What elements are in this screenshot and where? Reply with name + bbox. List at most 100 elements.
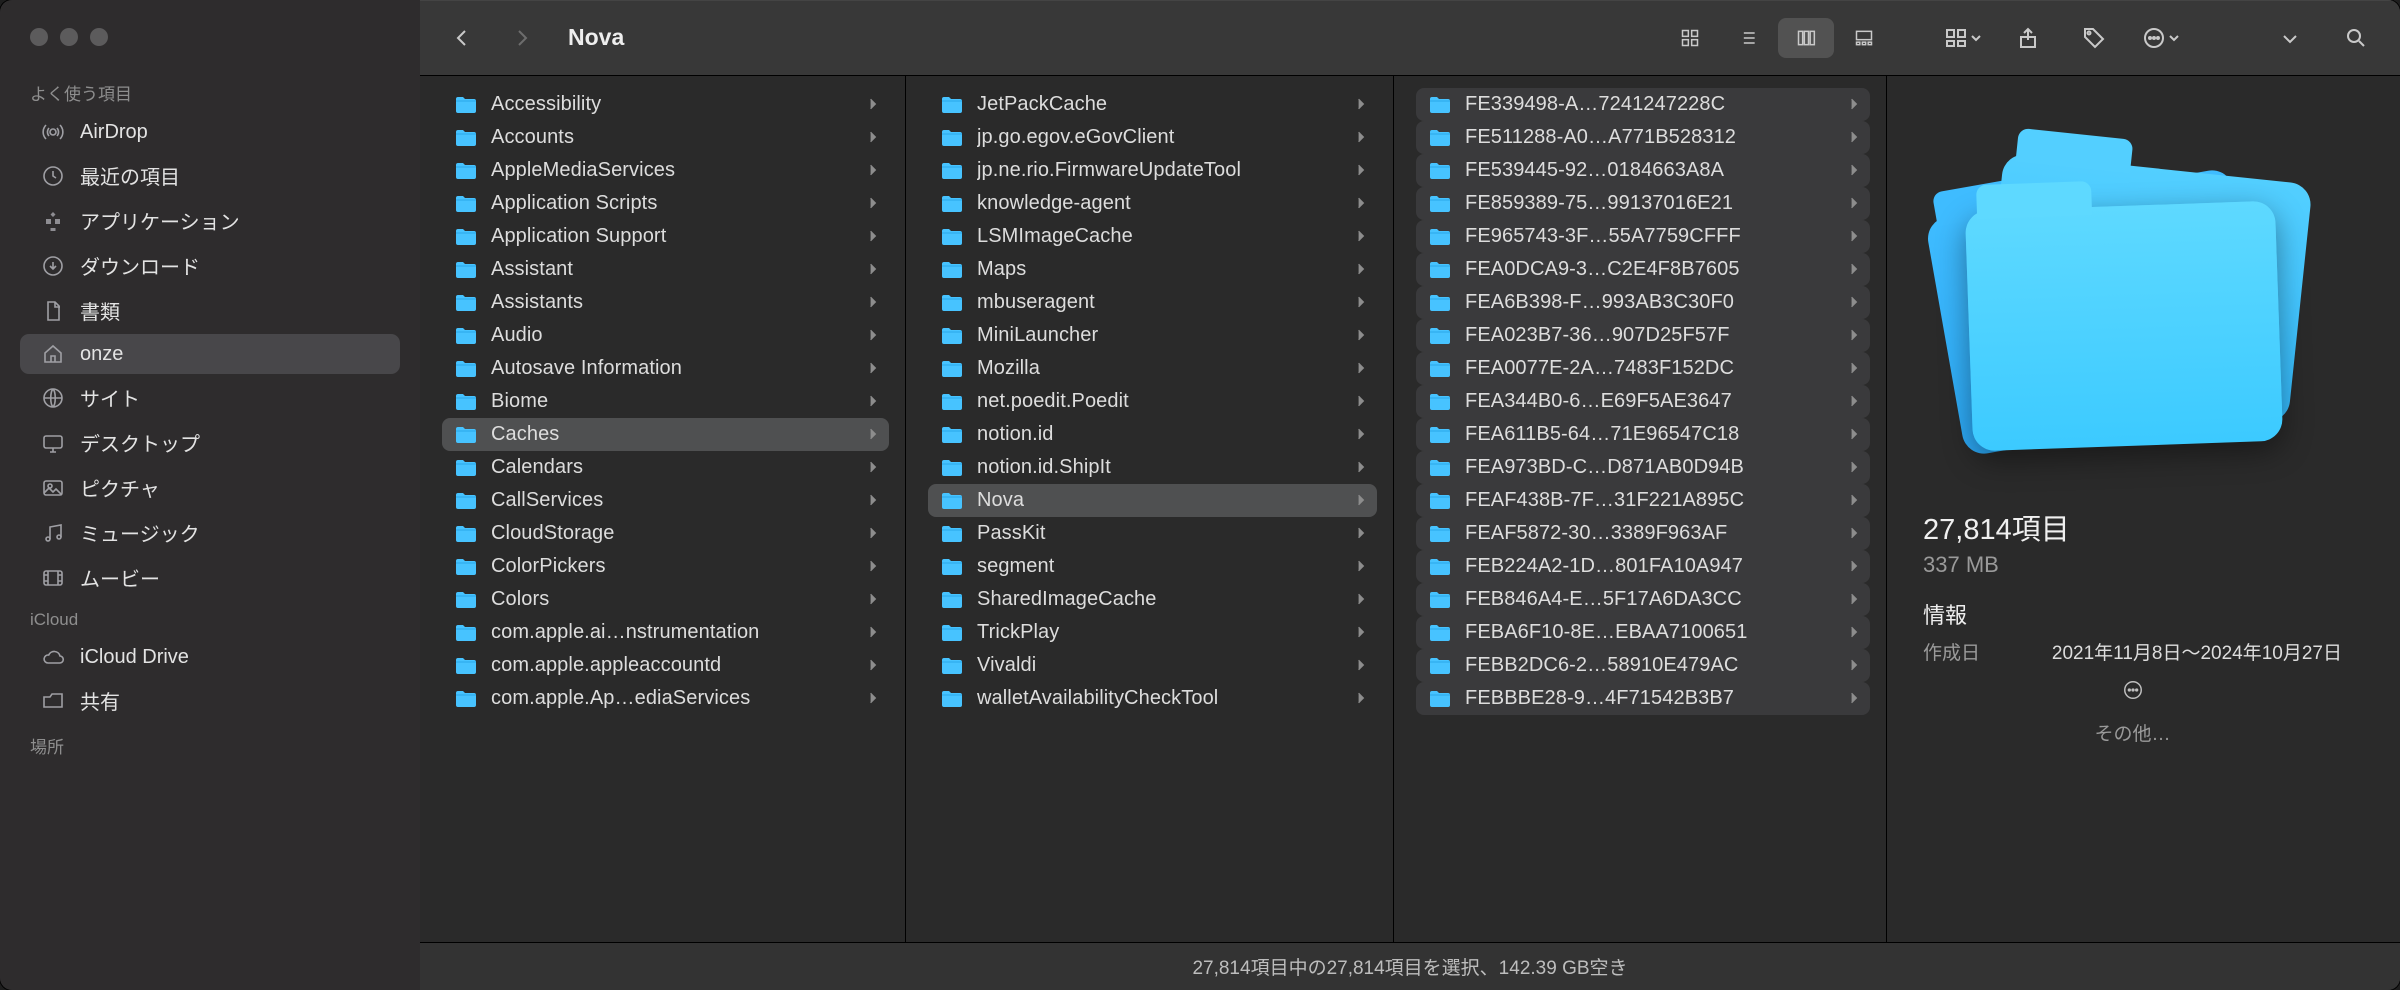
folder-row[interactable]: Vivaldi xyxy=(928,649,1377,682)
folder-row[interactable]: FEB846A4-E…5F17A6DA3CC xyxy=(1416,583,1870,616)
folder-row[interactable]: FEA6B398-F…993AB3C30F0 xyxy=(1416,286,1870,319)
sidebar-item-movies[interactable]: ムービー xyxy=(20,556,400,599)
folder-row[interactable]: FEA973BD-C…D871AB0D94B xyxy=(1416,451,1870,484)
back-button[interactable] xyxy=(444,20,480,56)
folder-row[interactable]: FEA0077E-2A…7483F152DC xyxy=(1416,352,1870,385)
folder-row[interactable]: Assistants xyxy=(442,286,889,319)
folder-row[interactable]: Maps xyxy=(928,253,1377,286)
folder-row[interactable]: Accessibility xyxy=(442,88,889,121)
folder-icon xyxy=(940,128,964,148)
folder-row[interactable]: Colors xyxy=(442,583,889,616)
folder-row[interactable]: Mozilla xyxy=(928,352,1377,385)
folder-row[interactable]: Biome xyxy=(442,385,889,418)
folder-label: FEA344B0-6…E69F5AE3647 xyxy=(1465,390,1858,413)
folder-row[interactable]: FEBA6F10-8E…EBAA7100651 xyxy=(1416,616,1870,649)
folder-row[interactable]: FE511288-A0…A771B528312 xyxy=(1416,121,1870,154)
folder-row[interactable]: AppleMediaServices xyxy=(442,154,889,187)
folder-row[interactable]: Application Support xyxy=(442,220,889,253)
folder-row[interactable]: TrickPlay xyxy=(928,616,1377,649)
folder-row[interactable]: FEA611B5-64…71E96547C18 xyxy=(1416,418,1870,451)
folder-row[interactable]: FE965743-3F…55A7759CFFF xyxy=(1416,220,1870,253)
sidebar-item-icloud-drive[interactable]: iCloud Drive xyxy=(20,637,400,677)
sidebar-item-shared[interactable]: 共有 xyxy=(20,679,400,722)
folder-row[interactable]: jp.ne.rio.FirmwareUpdateTool xyxy=(928,154,1377,187)
folder-row[interactable]: SharedImageCache xyxy=(928,583,1377,616)
search-button[interactable] xyxy=(2336,20,2376,56)
folder-row[interactable]: FE339498-A…7241247228C xyxy=(1416,88,1870,121)
view-list-button[interactable] xyxy=(1720,18,1776,58)
folder-icon xyxy=(1428,458,1452,478)
sidebar-item-recents[interactable]: 最近の項目 xyxy=(20,154,400,197)
folder-row[interactable]: net.poedit.Poedit xyxy=(928,385,1377,418)
folder-row[interactable]: walletAvailabilityCheckTool xyxy=(928,682,1377,715)
column-1[interactable]: AccessibilityAccountsAppleMediaServicesA… xyxy=(420,76,906,942)
folder-row[interactable]: FEBB2DC6-2…58910E479AC xyxy=(1416,649,1870,682)
sidebar-item-sites[interactable]: サイト xyxy=(20,376,400,419)
folder-row[interactable]: com.apple.Ap…ediaServices xyxy=(442,682,889,715)
tag-button[interactable] xyxy=(2074,20,2114,56)
folder-row[interactable]: FEAF438B-7F…31F221A895C xyxy=(1416,484,1870,517)
preview-more-button[interactable] xyxy=(2122,679,2144,701)
folder-row[interactable]: com.apple.ai…nstrumentation xyxy=(442,616,889,649)
folder-row[interactable]: com.apple.appleaccountd xyxy=(442,649,889,682)
folder-row[interactable]: Caches xyxy=(442,418,889,451)
folder-row[interactable]: mbuseragent xyxy=(928,286,1377,319)
sidebar-item-music[interactable]: ミュージック xyxy=(20,511,400,554)
folder-row[interactable]: FEA344B0-6…E69F5AE3647 xyxy=(1416,385,1870,418)
folder-row[interactable]: Nova xyxy=(928,484,1377,517)
maximize-button[interactable] xyxy=(90,28,108,46)
folder-row[interactable]: Calendars xyxy=(442,451,889,484)
folder-label: FEBA6F10-8E…EBAA7100651 xyxy=(1465,621,1858,644)
folder-row[interactable]: Accounts xyxy=(442,121,889,154)
forward-button[interactable] xyxy=(504,20,540,56)
view-icons-button[interactable] xyxy=(1662,18,1718,58)
folder-row[interactable]: ColorPickers xyxy=(442,550,889,583)
column-2[interactable]: JetPackCachejp.go.egov.eGovClientjp.ne.r… xyxy=(906,76,1394,942)
folder-row[interactable]: notion.id xyxy=(928,418,1377,451)
more-button[interactable] xyxy=(2140,20,2180,56)
sidebar-item-applications[interactable]: アプリケーション xyxy=(20,199,400,242)
folder-row[interactable]: CallServices xyxy=(442,484,889,517)
column-3[interactable]: FE339498-A…7241247228CFE511288-A0…A771B5… xyxy=(1394,76,1886,942)
folder-row[interactable]: FEA023B7-36…907D25F57F xyxy=(1416,319,1870,352)
folder-row[interactable]: knowledge-agent xyxy=(928,187,1377,220)
folder-icon xyxy=(1428,590,1452,610)
sidebar-item-label: 共有 xyxy=(80,686,120,715)
preview-other-label[interactable]: その他… xyxy=(2094,719,2170,746)
folder-label: SharedImageCache xyxy=(977,588,1365,611)
sidebar-item-documents[interactable]: 書類 xyxy=(20,289,400,332)
chevron-right-icon xyxy=(1355,258,1367,281)
folder-row[interactable]: FEA0DCA9-3…C2E4F8B7605 xyxy=(1416,253,1870,286)
folder-row[interactable]: FE539445-92…0184663A8A xyxy=(1416,154,1870,187)
view-columns-button[interactable] xyxy=(1778,18,1834,58)
folder-row[interactable]: segment xyxy=(928,550,1377,583)
folder-row[interactable]: CloudStorage xyxy=(442,517,889,550)
folder-row[interactable]: FEAF5872-30…3389F963AF xyxy=(1416,517,1870,550)
sidebar-item-airdrop[interactable]: AirDrop xyxy=(20,112,400,152)
sidebar-item-label: 最近の項目 xyxy=(80,161,180,190)
folder-row[interactable]: LSMImageCache xyxy=(928,220,1377,253)
folder-row[interactable]: Audio xyxy=(442,319,889,352)
sidebar-item-pictures[interactable]: ピクチャ xyxy=(20,466,400,509)
dropdown-button[interactable] xyxy=(2270,20,2310,56)
folder-row[interactable]: JetPackCache xyxy=(928,88,1377,121)
folder-row[interactable]: jp.go.egov.eGovClient xyxy=(928,121,1377,154)
group-button[interactable] xyxy=(1942,20,1982,56)
sidebar-item-desktop[interactable]: デスクトップ xyxy=(20,421,400,464)
folder-row[interactable]: Assistant xyxy=(442,253,889,286)
folder-row[interactable]: Application Scripts xyxy=(442,187,889,220)
share-button[interactable] xyxy=(2008,20,2048,56)
folder-row[interactable]: PassKit xyxy=(928,517,1377,550)
folder-row[interactable]: FEBBBE28-9…4F71542B3B7 xyxy=(1416,682,1870,715)
close-button[interactable] xyxy=(30,28,48,46)
folder-row[interactable]: FE859389-75…99137016E21 xyxy=(1416,187,1870,220)
minimize-button[interactable] xyxy=(60,28,78,46)
folder-row[interactable]: MiniLauncher xyxy=(928,319,1377,352)
folder-row[interactable]: Autosave Information xyxy=(442,352,889,385)
view-gallery-button[interactable] xyxy=(1836,18,1892,58)
sidebar-item-home[interactable]: onze xyxy=(20,334,400,374)
folder-row[interactable]: FEB224A2-1D…801FA10A947 xyxy=(1416,550,1870,583)
folder-label: Accounts xyxy=(491,126,877,149)
folder-row[interactable]: notion.id.ShipIt xyxy=(928,451,1377,484)
sidebar-item-downloads[interactable]: ダウンロード xyxy=(20,244,400,287)
